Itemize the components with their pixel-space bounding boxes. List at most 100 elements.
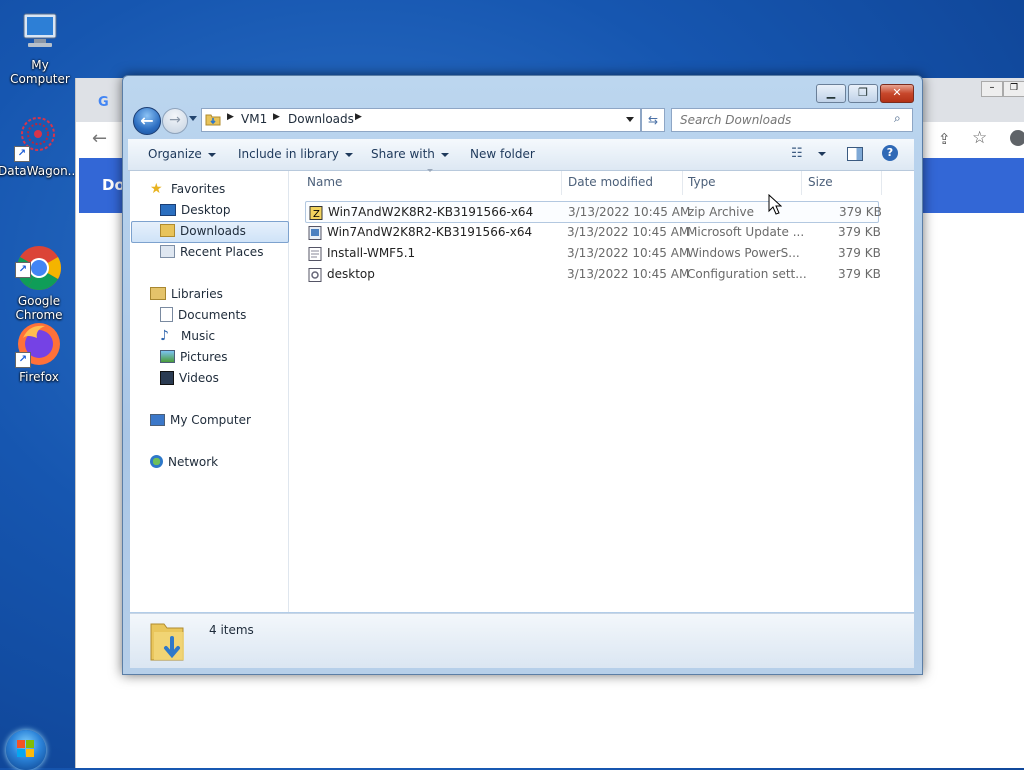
file-name: Win7AndW2K8R2-KB3191566-x64 [327, 225, 533, 239]
file-size: 379 KB [838, 246, 881, 260]
desktop-icon-label: Google Chrome [15, 294, 63, 322]
organize-button[interactable]: Organize [148, 147, 216, 161]
table-row[interactable]: Win7AndW2K8R2-KB3191566-x64 3/13/2022 10… [305, 222, 881, 242]
start-button[interactable] [6, 730, 46, 770]
desktop-icon-my-computer[interactable]: My Computer [0, 8, 80, 86]
search-box[interactable]: ⌕ [671, 108, 913, 132]
chevron-down-icon [344, 152, 353, 157]
preview-pane-icon[interactable] [847, 147, 863, 161]
videos-icon [160, 370, 174, 385]
network-icon [150, 455, 163, 468]
computer-icon [150, 413, 165, 426]
file-type: Windows PowerS... [687, 246, 800, 260]
desktop-icon-label: My Computer [10, 58, 70, 86]
address-bar[interactable]: ▶ VM1 ▶ Downloads ▶ [201, 108, 641, 132]
star-icon: ★ [150, 180, 163, 197]
recent-places-icon [160, 245, 175, 258]
view-options-icon[interactable]: ☷ [791, 146, 803, 161]
chevron-down-icon[interactable] [818, 152, 826, 156]
desktop-icon-datawagon[interactable]: ↗ DataWagon... [0, 114, 80, 178]
include-in-library-button[interactable]: Include in library [238, 147, 353, 161]
shortcut-arrow-icon: ↗ [15, 352, 31, 368]
file-date: 3/13/2022 10:45 AM [568, 205, 691, 219]
file-size: 379 KB [838, 225, 881, 239]
details-pane: 4 items [130, 613, 914, 668]
nav-item-downloads[interactable]: Downloads [160, 221, 246, 241]
breadcrumb-separator-icon[interactable]: ▶ [227, 112, 234, 122]
file-name: desktop [327, 267, 375, 281]
share-icon[interactable]: ⇪ [938, 130, 951, 148]
share-with-button[interactable]: Share with [371, 147, 449, 161]
column-header-date-modified[interactable]: Date modified [568, 175, 653, 189]
windows-logo-icon [17, 740, 35, 758]
address-history-dropdown-icon[interactable] [626, 117, 634, 122]
breadcrumb-vm1[interactable]: VM1 [241, 112, 267, 126]
file-name: Install-WMF5.1 [327, 246, 416, 260]
search-icon[interactable]: ⌕ [894, 111, 901, 126]
table-row[interactable]: Install-WMF5.1 3/13/2022 10:45 AM Window… [305, 243, 881, 263]
nav-item-desktop[interactable]: Desktop [160, 200, 231, 220]
file-type: zip Archive [688, 205, 754, 219]
desktop-icon-google-chrome[interactable]: ↗ Google Chrome [0, 216, 79, 336]
chevron-down-icon [440, 152, 449, 157]
nav-item-my-computer[interactable]: My Computer [150, 410, 251, 430]
music-icon: ♪ [160, 327, 169, 344]
column-header-type[interactable]: Type [688, 175, 716, 189]
column-header-name[interactable]: Name [307, 175, 342, 189]
nav-item-libraries[interactable]: Libraries [150, 284, 223, 304]
file-date: 3/13/2022 10:45 AM [567, 246, 690, 260]
my-computer-icon [16, 8, 64, 56]
nav-item-music[interactable]: ♪ Music [160, 326, 215, 346]
browser-minimize-button[interactable]: – [981, 81, 1003, 97]
nav-item-documents[interactable]: Documents [160, 305, 246, 325]
shortcut-arrow-icon: ↗ [14, 146, 30, 162]
table-row[interactable]: Z Win7AndW2K8R2-KB3191566-x64 3/13/2022 … [305, 201, 882, 223]
nav-item-favorites[interactable]: ★ Favorites [150, 179, 225, 199]
search-input[interactable] [678, 111, 892, 129]
msu-icon [308, 225, 322, 240]
column-header-size[interactable]: Size [808, 175, 833, 189]
downloads-folder-large-icon [150, 623, 184, 661]
recent-pages-dropdown-icon[interactable] [189, 116, 197, 121]
shortcut-arrow-icon: ↗ [15, 262, 31, 278]
item-count: 4 items [209, 623, 254, 637]
pictures-icon [160, 350, 175, 363]
file-size: 379 KB [838, 267, 881, 281]
maximize-button[interactable]: ❐ [848, 84, 878, 103]
desktop-icon-label: Firefox [19, 370, 59, 384]
file-type: Microsoft Update ... [687, 225, 805, 239]
mouse-cursor-icon [768, 194, 782, 215]
datawagon-icon: ↗ [14, 114, 62, 162]
desktop-icon [160, 203, 176, 216]
browser-back-icon[interactable]: ← [92, 128, 107, 149]
desktop-icon-firefox[interactable]: ↗ Firefox [0, 320, 79, 384]
sort-indicator-icon [427, 169, 433, 172]
browser-maximize-button[interactable]: ❐ [1003, 81, 1024, 97]
nav-item-recent-places[interactable]: Recent Places [160, 242, 263, 262]
nav-item-network[interactable]: Network [150, 452, 218, 472]
nav-item-videos[interactable]: Videos [160, 368, 219, 388]
help-icon[interactable]: ? [882, 145, 898, 161]
breadcrumb-separator-icon[interactable]: ▶ [355, 112, 362, 122]
libraries-icon [150, 287, 166, 300]
breadcrumb-downloads[interactable]: Downloads [288, 112, 354, 126]
chrome-icon: ↗ [15, 230, 63, 290]
nav-item-pictures[interactable]: Pictures [160, 347, 228, 367]
minimize-button[interactable]: ▁ [816, 84, 846, 103]
config-file-icon [308, 267, 322, 282]
file-type: Configuration sett... [687, 267, 807, 281]
forward-button[interactable]: → [162, 108, 188, 134]
documents-icon [160, 307, 173, 322]
desktop-icon-label: DataWagon... [0, 164, 80, 178]
back-button[interactable]: ← [133, 107, 161, 135]
new-folder-button[interactable]: New folder [470, 147, 535, 161]
file-date: 3/13/2022 10:45 AM [567, 267, 690, 281]
breadcrumb-separator-icon[interactable]: ▶ [273, 112, 280, 122]
refresh-button[interactable]: ⇆ [641, 108, 665, 132]
svg-text:Z: Z [313, 209, 320, 220]
chevron-down-icon [207, 152, 216, 157]
table-row[interactable]: desktop 3/13/2022 10:45 AM Configuration… [305, 264, 881, 284]
profile-avatar-icon[interactable] [1010, 130, 1024, 146]
close-button[interactable]: ✕ [880, 84, 914, 103]
bookmark-star-icon[interactable]: ☆ [972, 128, 987, 148]
